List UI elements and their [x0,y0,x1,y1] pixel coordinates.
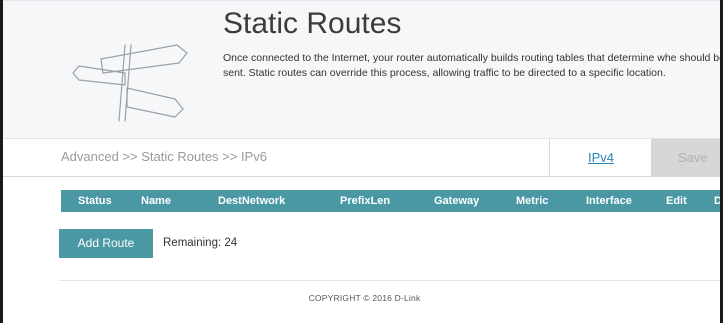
sub-navigation-bar: Advanced >> Static Routes >> IPv6 IPv4 S… [3,138,720,177]
copyright-text: COPYRIGHT © 2016 D-Link [308,293,421,303]
page-description: Once connected to the Internet, your rou… [223,52,723,79]
footer-divider [59,280,720,281]
column-header-destnetwork: DestNetwork [218,195,286,207]
column-header-metric: Metric [516,195,549,207]
page-title: Static Routes [223,7,402,40]
signpost-icon [65,33,195,128]
remaining-count: Remaining: 24 [163,237,238,249]
column-header-status: Status [78,195,112,207]
routes-table-header: Status Name DestNetwork PrefixLen Gatewa… [61,190,722,212]
app-window: Static Routes Once connected to the Inte… [0,0,723,323]
column-header-interface: Interface [586,195,632,207]
save-button[interactable]: Save [651,139,720,176]
add-route-button[interactable]: Add Route [59,229,153,258]
column-header-edit: Edit [666,195,687,207]
breadcrumb: Advanced >> Static Routes >> IPv6 [61,149,267,164]
column-header-name: Name [141,195,171,207]
column-header-gateway: Gateway [434,195,480,207]
ipv4-tab[interactable]: IPv4 [549,139,652,176]
column-header-prefixlen: PrefixLen [340,195,391,207]
column-header-delete: D [714,195,722,207]
page-header: Static Routes Once connected to the Inte… [3,0,723,139]
